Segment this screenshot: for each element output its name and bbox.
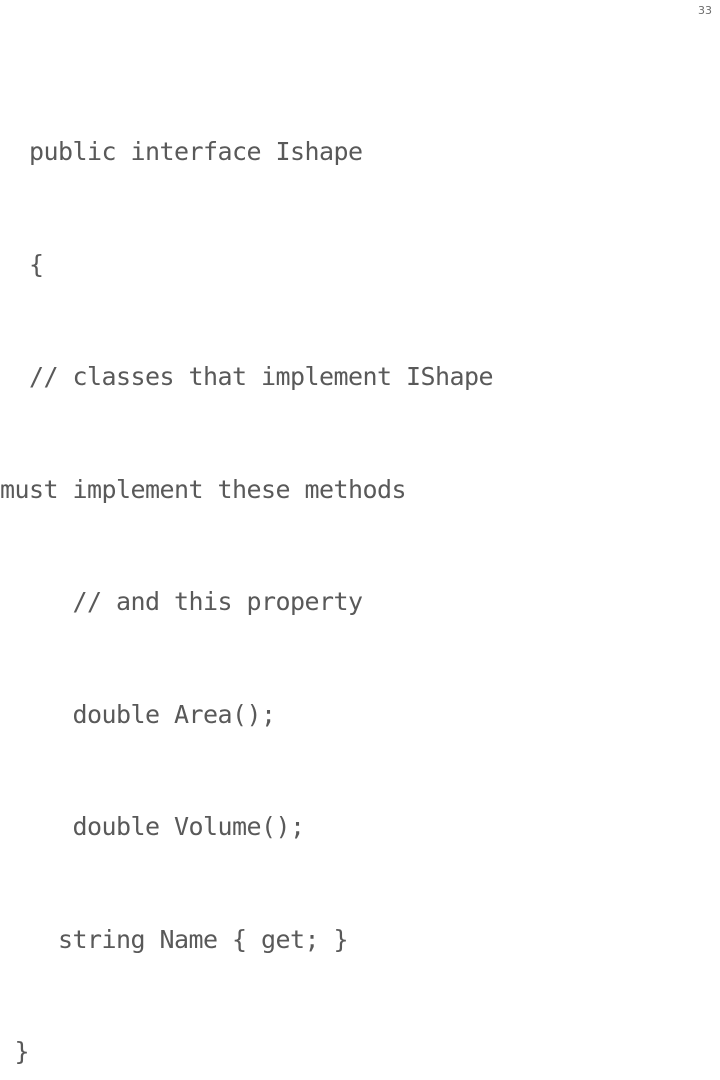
code-line: // classes that implement IShape — [0, 362, 494, 391]
code-line: // and this property — [0, 587, 364, 616]
page-number: 33 — [698, 4, 712, 17]
code-line: public interface Ishape — [0, 137, 363, 166]
code-line: } — [0, 1037, 30, 1066]
code-block: public interface Ishape { // classes tha… — [0, 58, 720, 1080]
code-line: must implement these methods — [0, 474, 407, 504]
code-line: double Volume(); — [0, 812, 306, 841]
code-line: { — [0, 249, 44, 279]
code-line: string Name { get; } — [0, 924, 349, 954]
code-line: double Area(); — [0, 699, 277, 729]
slide-canvas: 33 public interface Ishape { // classes … — [0, 0, 720, 1066]
